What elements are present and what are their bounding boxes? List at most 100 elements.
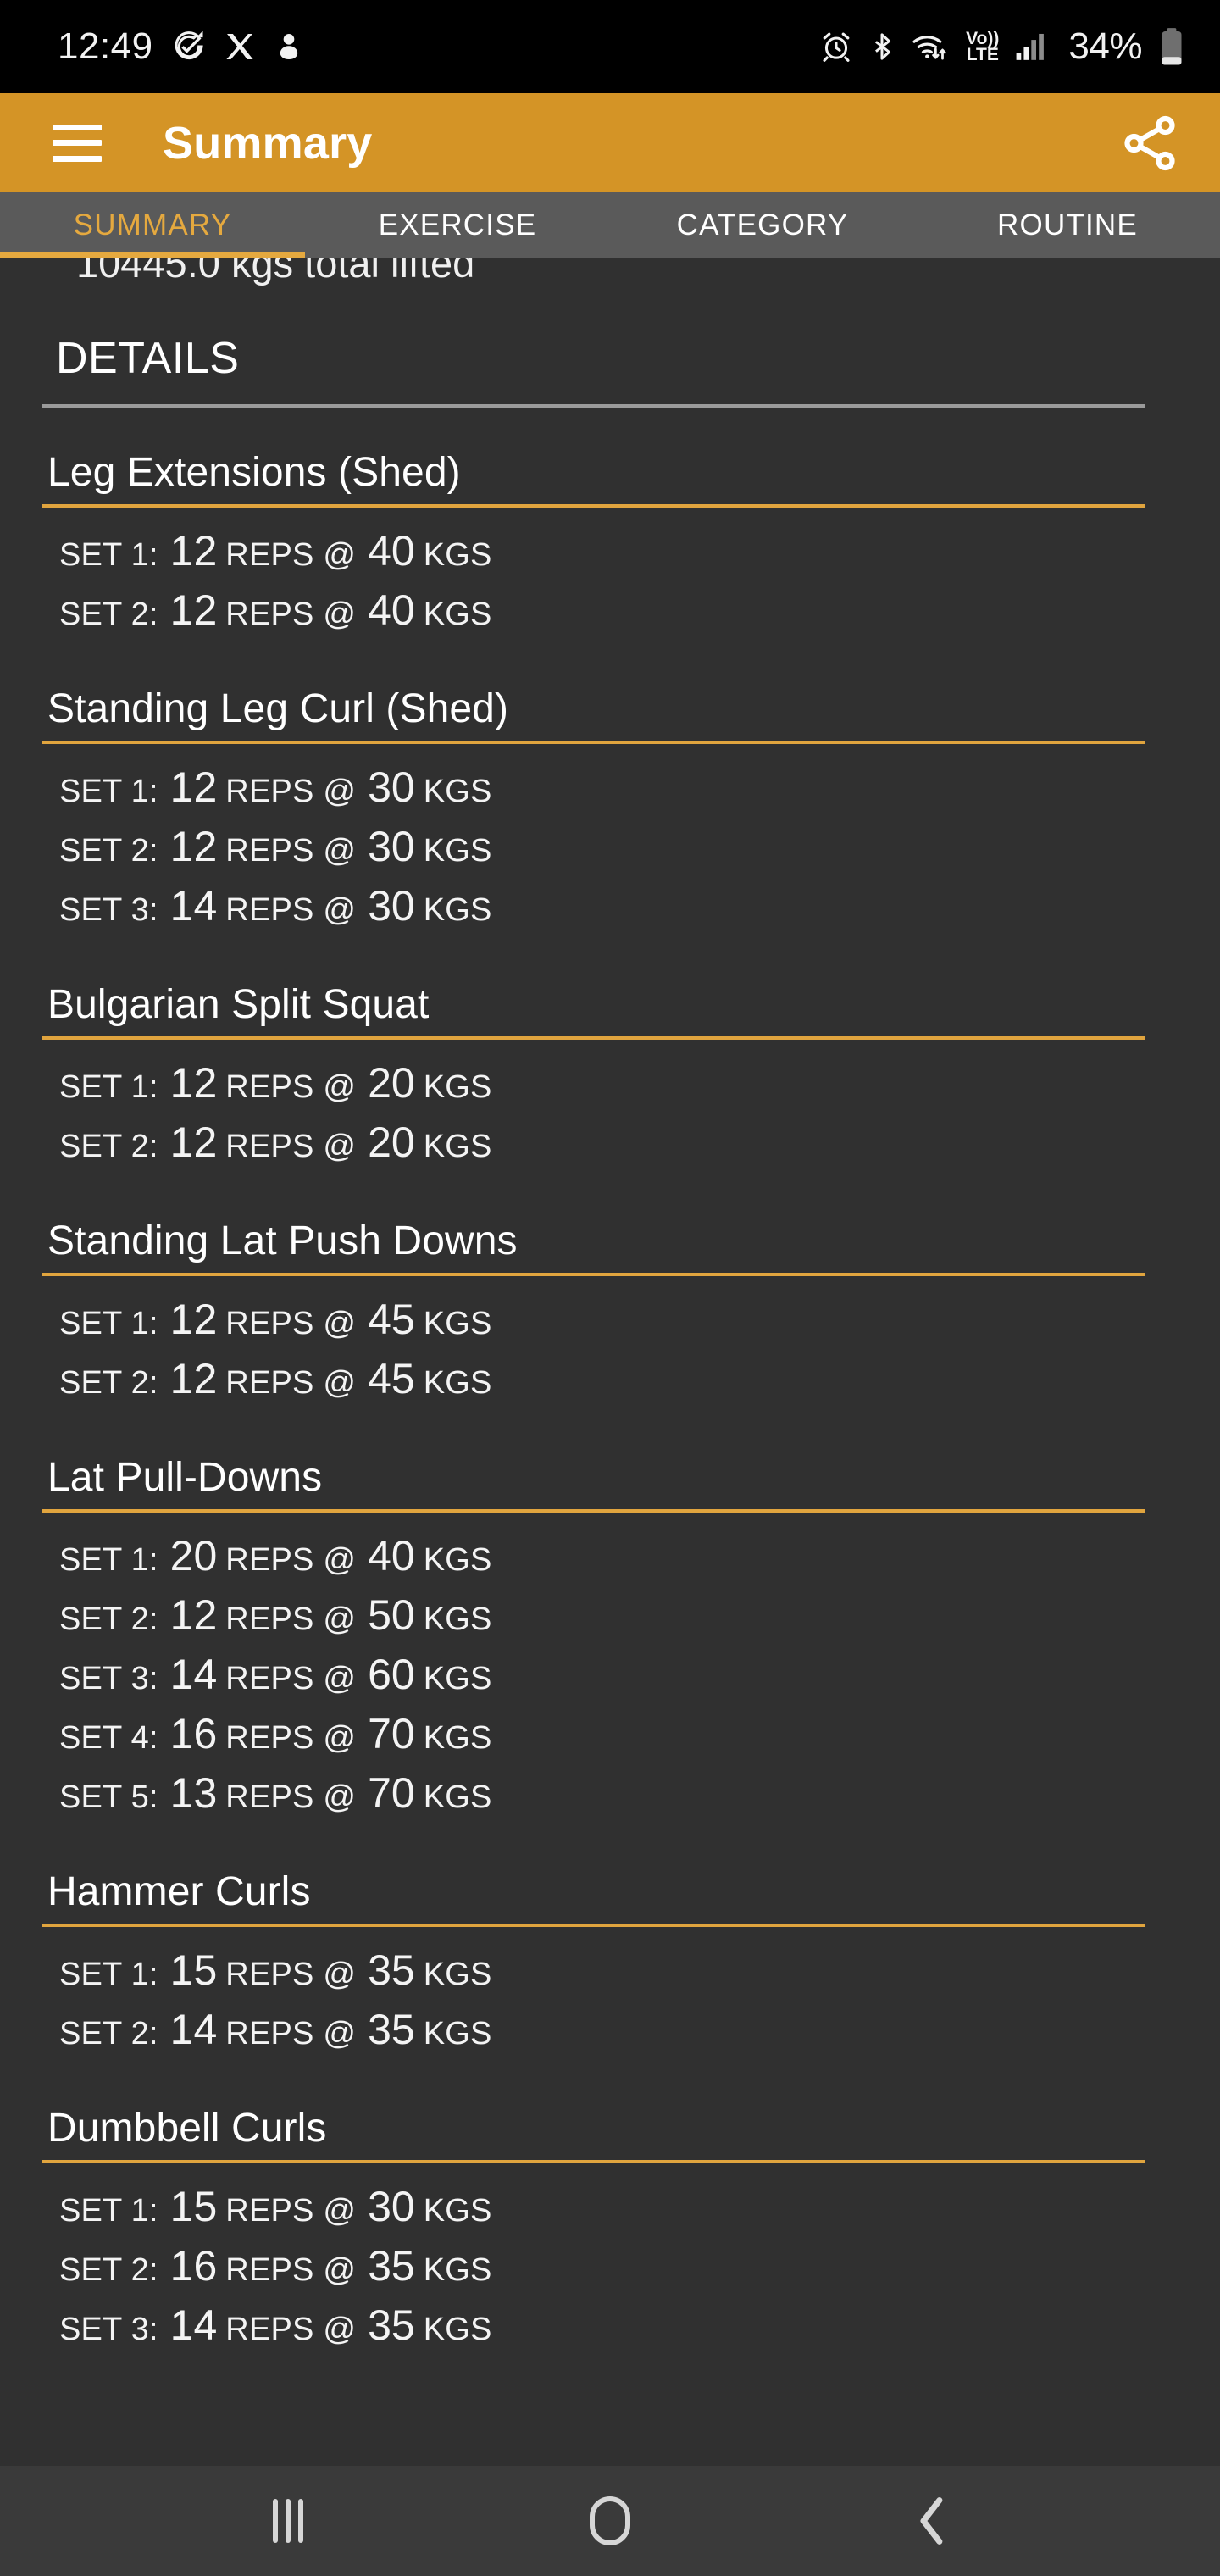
exercise-name: Lat Pull-Downs <box>47 1455 323 1500</box>
set-reps-unit: REPS @ <box>225 1365 357 1401</box>
set-weight-value: 40 <box>368 527 415 575</box>
recents-icon[interactable] <box>237 2470 339 2572</box>
set-weight-unit: KGS <box>423 1365 492 1401</box>
volte-icon: Vo)) LTE <box>966 30 999 64</box>
set-weight-unit: KGS <box>423 597 492 632</box>
set-reps-unit: REPS @ <box>225 892 357 928</box>
set-row: SET 3: 14 REPS @ 30 KGS <box>59 881 1178 941</box>
set-reps-value: 16 <box>169 1710 218 1757</box>
exercise-divider <box>42 1036 1145 1040</box>
set-weight-unit: KGS <box>423 1069 492 1105</box>
tab-label: SUMMARY <box>73 208 232 242</box>
set-row: SET 2: 16 REPS @ 35 KGS <box>59 2241 1178 2301</box>
set-weight-value: 30 <box>368 882 415 930</box>
set-weight-value: 35 <box>368 2242 415 2290</box>
set-reps-value: 12 <box>169 1591 218 1639</box>
set-weight-value: 45 <box>368 1296 415 1343</box>
set-weight-unit: KGS <box>423 1779 492 1815</box>
share-icon[interactable] <box>1117 110 1183 176</box>
hamburger-line <box>53 124 102 130</box>
recents-glyph <box>273 2499 303 2543</box>
set-weight-value: 20 <box>368 1059 415 1107</box>
x-app-icon <box>225 31 255 62</box>
exercise-name: Dumbbell Curls <box>47 2106 327 2151</box>
set-weight-value: 40 <box>368 1532 415 1579</box>
set-reps-unit: REPS @ <box>225 1129 357 1164</box>
set-weight-unit: KGS <box>423 1542 492 1578</box>
set-reps-unit: REPS @ <box>225 2252 357 2288</box>
exercise-divider <box>42 1924 1145 1927</box>
set-list: SET 1: 12 REPS @ 40 KGS SET 2: 12 REPS @ 40 KGS <box>42 526 1178 645</box>
exercise-block[interactable]: Leg Extensions (Shed) SET 1: 12 REPS @ 40 KGS… <box>42 449 1178 645</box>
set-row: SET 2: 12 REPS @ 40 KGS <box>59 586 1178 645</box>
set-reps-unit: REPS @ <box>225 2312 357 2347</box>
exercise-block[interactable]: Standing Lat Push Downs SET 1: 12 REPS @ 45 K… <box>42 1218 1178 1413</box>
page-title: Summary <box>163 117 373 169</box>
exercise-block[interactable]: Lat Pull-Downs SET 1: 20 REPS @40 KGS SET 2: 1… <box>42 1454 1178 1828</box>
summary-content[interactable]: 10445.0 kgs total lifted DETAILS Leg Ext… <box>0 258 1220 2466</box>
set-reps-value: 12 <box>169 1059 218 1107</box>
set-row: SET 1: 12 REPS @ 30 KGS <box>59 763 1178 822</box>
details-section-title: DETAILS <box>56 334 240 383</box>
set-reps-unit: REPS @ <box>225 774 357 809</box>
set-weight-unit: KGS <box>423 537 492 573</box>
tab-category[interactable]: CATEGORY <box>610 192 915 258</box>
set-weight-value: 70 <box>368 1769 415 1817</box>
set-reps-value: 12 <box>169 1355 218 1402</box>
set-weight-value: 40 <box>368 586 415 634</box>
tab-label: EXERCISE <box>378 208 537 242</box>
exercise-divider <box>42 504 1145 508</box>
set-row: SET 1: 12 REPS @ 40 KGS <box>59 526 1178 586</box>
set-row: SET 2: 12 REPS @ 45 KGS <box>59 1354 1178 1413</box>
set-weight-unit: KGS <box>423 1661 492 1696</box>
set-reps-unit: REPS @ <box>225 2016 357 2051</box>
set-label: SET 2: <box>59 597 158 632</box>
set-label: SET 2: <box>59 1365 158 1401</box>
set-weight-value: 30 <box>368 823 415 870</box>
exercise-block[interactable]: Hammer Curls SET 1: 15 REPS @ 35 KGS SET 2: 14 R… <box>42 1868 1178 2064</box>
set-reps-value: 12 <box>169 586 218 634</box>
set-label: SET 1: <box>59 1069 158 1105</box>
tab-exercise[interactable]: EXERCISE <box>305 192 610 258</box>
set-reps-value: 12 <box>169 527 218 575</box>
set-reps-value: 12 <box>169 1119 218 1166</box>
set-weight-value: 30 <box>368 2183 415 2230</box>
back-icon[interactable] <box>881 2470 983 2572</box>
set-reps-unit: REPS @ <box>225 1069 357 1105</box>
set-weight-value: 35 <box>368 2006 415 2053</box>
set-label: SET 3: <box>59 2312 158 2347</box>
wifi-data-icon <box>912 31 951 63</box>
set-weight-unit: KGS <box>423 1129 492 1164</box>
set-row: SET 3: 14 REPS @ 35 KGS <box>59 2301 1178 2360</box>
home-icon[interactable] <box>559 2470 661 2572</box>
exercise-block[interactable]: Standing Leg Curl (Shed) SET 1: 12 REPS @30… <box>42 686 1178 941</box>
hamburger-menu-icon[interactable] <box>53 124 102 162</box>
set-label: SET 2: <box>59 2016 158 2051</box>
signal-bars-icon <box>1014 31 1048 63</box>
tab-routine[interactable]: ROUTINE <box>915 192 1220 258</box>
total-lifted-label: 10445.0 kgs total lifted <box>76 258 475 286</box>
exercise-name: Bulgarian Split Squat <box>47 982 430 1027</box>
set-reps-unit: REPS @ <box>225 1661 357 1696</box>
tab-summary[interactable]: SUMMARY <box>0 192 305 258</box>
set-label: SET 2: <box>59 1129 158 1164</box>
battery-icon <box>1157 27 1186 66</box>
set-reps-unit: REPS @ <box>225 537 357 573</box>
set-label: SET 2: <box>59 2252 158 2288</box>
set-weight-unit: KGS <box>423 2252 492 2288</box>
set-reps-unit: REPS @ <box>225 1779 357 1815</box>
set-label: SET 5: <box>59 1779 158 1815</box>
person-icon <box>274 31 304 62</box>
set-label: SET 1: <box>59 2193 158 2229</box>
set-row: SET 2: 12 REPS @ 50 KGS <box>59 1591 1178 1650</box>
exercise-block[interactable]: Bulgarian Split Squat SET 1: 12 REPS @ 20 KGS… <box>42 981 1178 1177</box>
set-weight-unit: KGS <box>423 1306 492 1341</box>
home-glyph <box>590 2496 630 2545</box>
set-weight-value: 45 <box>368 1355 415 1402</box>
exercise-block[interactable]: Dumbbell Curls SET 1: 15 REPS @30 KGS SET 2: 1… <box>42 2105 1178 2360</box>
exercise-name: Leg Extensions (Shed) <box>47 450 461 495</box>
set-reps-value: 20 <box>169 1532 218 1579</box>
set-weight-value: 35 <box>368 1946 415 1994</box>
status-clock: 12:49 <box>58 25 153 67</box>
set-weight-unit: KGS <box>423 2016 492 2051</box>
